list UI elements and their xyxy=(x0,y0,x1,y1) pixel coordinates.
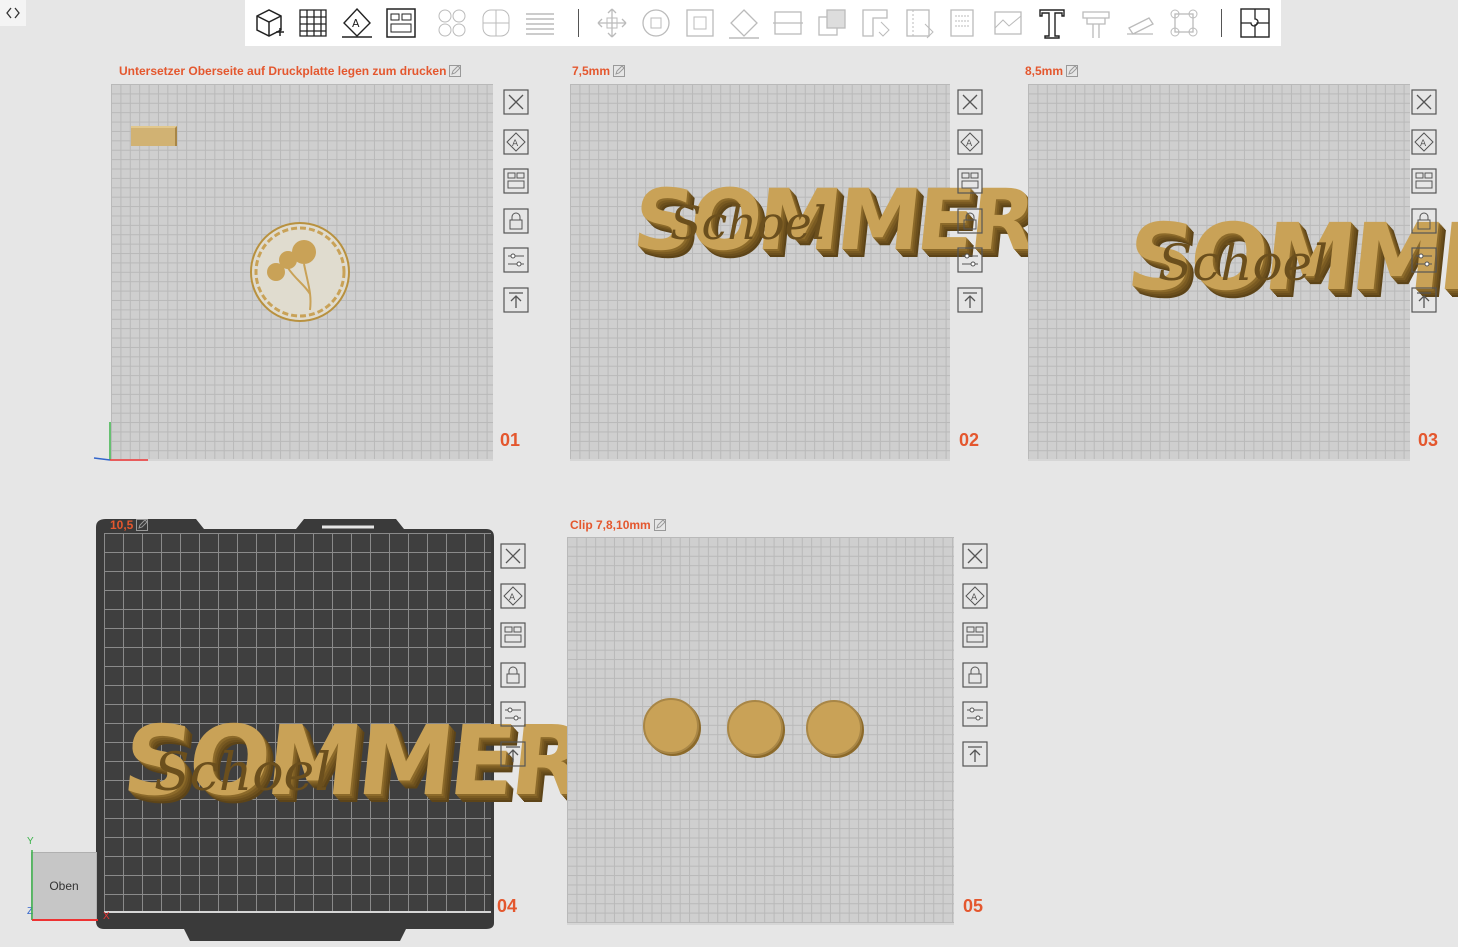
y-axis-label: Y xyxy=(27,836,34,847)
split-objects-icon[interactable] xyxy=(434,5,470,41)
plate-number: 04 xyxy=(497,896,518,916)
move-to-top-icon[interactable] xyxy=(502,286,530,314)
svg-text:A: A xyxy=(512,139,519,149)
lay-on-face-icon[interactable] xyxy=(726,5,762,41)
settings-icon[interactable] xyxy=(956,246,984,274)
edit-icon[interactable] xyxy=(136,519,149,531)
clip-object[interactable] xyxy=(643,698,699,754)
lock-icon[interactable] xyxy=(961,661,989,689)
build-plate[interactable]: SOMMER Schoel xyxy=(104,533,587,913)
coaster-object[interactable] xyxy=(250,222,350,322)
arrange-icon[interactable] xyxy=(383,5,419,41)
support-paint-icon[interactable] xyxy=(858,5,894,41)
plate-title[interactable]: 8,5mm xyxy=(1025,64,1079,78)
emboss-icon[interactable] xyxy=(1122,5,1158,41)
move-to-top-icon[interactable] xyxy=(961,740,989,768)
settings-icon[interactable] xyxy=(1410,246,1438,274)
lock-icon[interactable] xyxy=(956,207,984,235)
svg-text:A: A xyxy=(509,593,516,603)
auto-orient-icon[interactable]: A xyxy=(956,128,984,156)
move-to-top-icon[interactable] xyxy=(956,286,984,314)
build-plate[interactable] xyxy=(111,84,493,461)
auto-orient-icon[interactable]: A xyxy=(502,128,530,156)
auto-orient-icon[interactable]: A xyxy=(961,582,989,610)
close-icon[interactable] xyxy=(1410,88,1438,116)
svg-text:A: A xyxy=(971,593,978,603)
plate-title[interactable]: Clip 7,8,10mm xyxy=(570,518,666,532)
svg-text:A: A xyxy=(352,17,360,30)
edit-icon[interactable] xyxy=(1066,65,1079,77)
close-icon[interactable] xyxy=(956,88,984,116)
plate-number: 02 xyxy=(959,430,980,450)
script-text: Schoel xyxy=(670,196,827,250)
clip-object[interactable] xyxy=(727,700,783,756)
build-plate[interactable]: SOMMER Schoel xyxy=(1028,84,1458,461)
brim-ears-icon[interactable] xyxy=(1166,5,1202,41)
settings-icon[interactable] xyxy=(499,700,527,728)
settings-icon[interactable] xyxy=(502,246,530,274)
sidebar-toggle-icon[interactable] xyxy=(0,0,26,26)
add-object-icon[interactable] xyxy=(251,5,287,41)
svg-text:A: A xyxy=(966,139,973,149)
auto-orient-icon[interactable]: A xyxy=(339,5,375,41)
arrange-icon[interactable] xyxy=(1410,167,1438,195)
split-parts-icon[interactable] xyxy=(478,5,514,41)
build-plate[interactable]: SOMMER Schoel xyxy=(570,84,1036,461)
assembly-icon[interactable] xyxy=(1078,5,1114,41)
plate-number: 05 xyxy=(963,896,984,916)
top-toolbar: A xyxy=(245,0,1281,46)
arrange-icon[interactable] xyxy=(499,621,527,649)
edit-icon[interactable] xyxy=(653,519,666,531)
seam-paint-icon[interactable] xyxy=(902,5,938,41)
small-block-object[interactable] xyxy=(131,126,177,146)
arrange-icon[interactable] xyxy=(502,167,530,195)
settings-icon[interactable] xyxy=(961,700,989,728)
clip-object[interactable] xyxy=(806,700,862,756)
lock-icon[interactable] xyxy=(499,661,527,689)
auto-orient-icon[interactable]: A xyxy=(1410,128,1438,156)
toolbar-separator xyxy=(578,9,579,37)
color-paint-icon[interactable] xyxy=(990,5,1026,41)
variable-layer-icon[interactable] xyxy=(1237,5,1273,41)
fuzzy-skin-icon[interactable] xyxy=(946,5,982,41)
move-to-top-icon[interactable] xyxy=(499,740,527,768)
boolean-icon[interactable] xyxy=(814,5,850,41)
plate-number: 01 xyxy=(500,430,521,450)
toolbar-separator xyxy=(1221,9,1222,37)
x-axis-label: X xyxy=(103,911,110,922)
svg-text:A: A xyxy=(1420,139,1427,149)
text-icon[interactable] xyxy=(1034,5,1070,41)
close-icon[interactable] xyxy=(502,88,530,116)
axis-indicator xyxy=(93,422,148,461)
script-text: Schoel xyxy=(1158,234,1329,292)
script-text: Schoel xyxy=(154,743,331,803)
arrange-icon[interactable] xyxy=(961,621,989,649)
edit-icon[interactable] xyxy=(613,65,626,77)
layers-icon[interactable] xyxy=(522,5,558,41)
build-plate[interactable] xyxy=(567,537,954,925)
plate-title[interactable]: Untersetzer Oberseite auf Druckplatte le… xyxy=(119,64,462,78)
lock-icon[interactable] xyxy=(1410,207,1438,235)
lock-icon[interactable] xyxy=(502,207,530,235)
grid-icon[interactable] xyxy=(295,5,331,41)
plate-title[interactable]: 7,5mm xyxy=(572,64,626,78)
move-to-top-icon[interactable] xyxy=(1410,286,1438,314)
edit-icon[interactable] xyxy=(449,65,462,77)
move-icon[interactable] xyxy=(594,5,630,41)
scale-icon[interactable] xyxy=(682,5,718,41)
close-icon[interactable] xyxy=(961,542,989,570)
close-icon[interactable] xyxy=(499,542,527,570)
rotate-icon[interactable] xyxy=(638,5,674,41)
view-cube-axes xyxy=(31,850,98,921)
plate-number: 03 xyxy=(1418,430,1439,450)
flower-emblem-icon xyxy=(254,226,346,318)
cut-icon[interactable] xyxy=(770,5,806,41)
arrange-icon[interactable] xyxy=(956,167,984,195)
plate-title[interactable]: 10,5 xyxy=(110,518,149,532)
auto-orient-icon[interactable]: A xyxy=(499,582,527,610)
